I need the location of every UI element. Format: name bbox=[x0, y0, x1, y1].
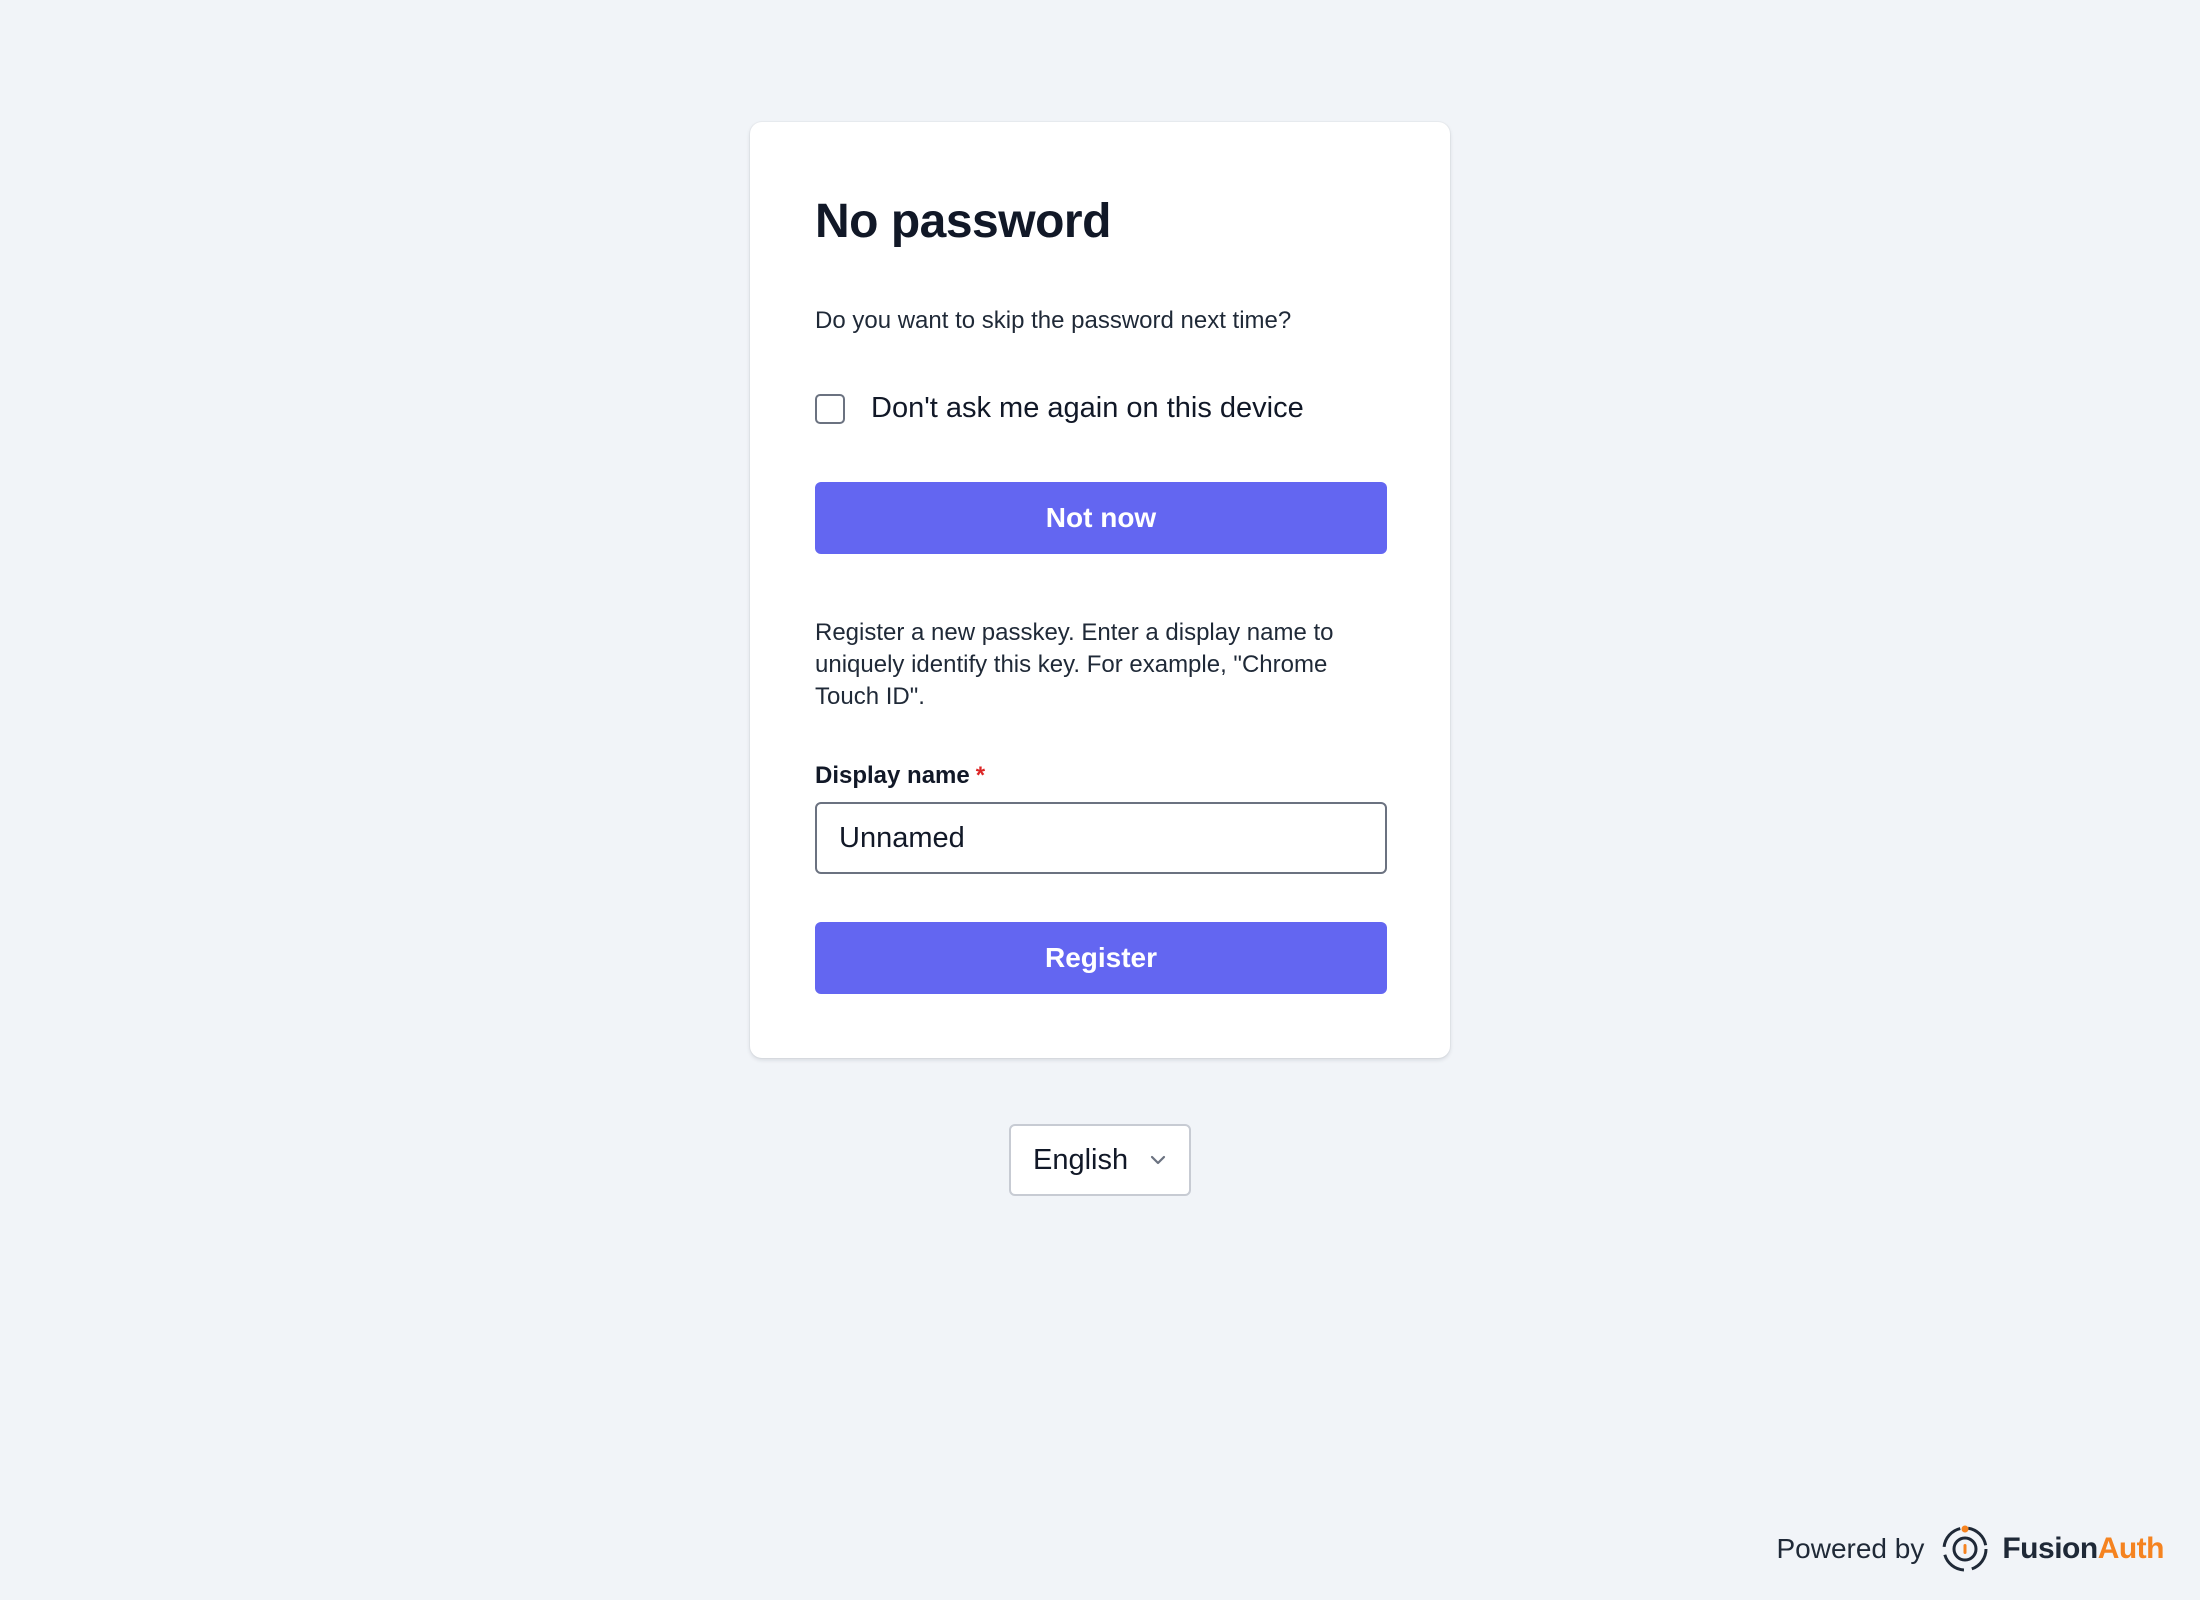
language-select-value[interactable]: English bbox=[1033, 1144, 1128, 1177]
powered-by-footer: Powered by FusionAuth bbox=[1776, 1524, 2165, 1574]
dont-ask-again-checkbox[interactable] bbox=[815, 393, 845, 424]
register-button[interactable]: Register bbox=[815, 922, 1387, 994]
display-name-label: Display name * bbox=[815, 762, 985, 790]
not-now-button[interactable]: Not now bbox=[815, 482, 1387, 554]
chevron-down-icon bbox=[1149, 1154, 1167, 1166]
fusionauth-logo-icon bbox=[1942, 1525, 1988, 1572]
no-password-card: No password Do you want to skip the pass… bbox=[750, 122, 1450, 1058]
required-marker: * bbox=[975, 762, 986, 789]
display-name-label-text: Display name bbox=[815, 762, 970, 789]
passkey-description: Register a new passkey. Enter a display … bbox=[815, 619, 1334, 710]
brand-fusion: Fusion bbox=[2002, 1532, 2098, 1565]
fusionauth-wordmark: FusionAuth bbox=[2002, 1532, 2164, 1566]
skip-password-question: Do you want to skip the password next ti… bbox=[815, 307, 1292, 334]
dont-ask-again-checkbox-row[interactable]: Don't ask me again on this device bbox=[815, 392, 1304, 425]
dont-ask-again-label[interactable]: Don't ask me again on this device bbox=[871, 392, 1304, 425]
brand-auth: Auth bbox=[2097, 1532, 2165, 1565]
display-name-input[interactable] bbox=[815, 802, 1387, 874]
language-select[interactable]: English bbox=[1009, 1124, 1191, 1196]
page-title: No password bbox=[815, 195, 1111, 248]
powered-by-text: Powered by bbox=[1776, 1533, 1925, 1564]
